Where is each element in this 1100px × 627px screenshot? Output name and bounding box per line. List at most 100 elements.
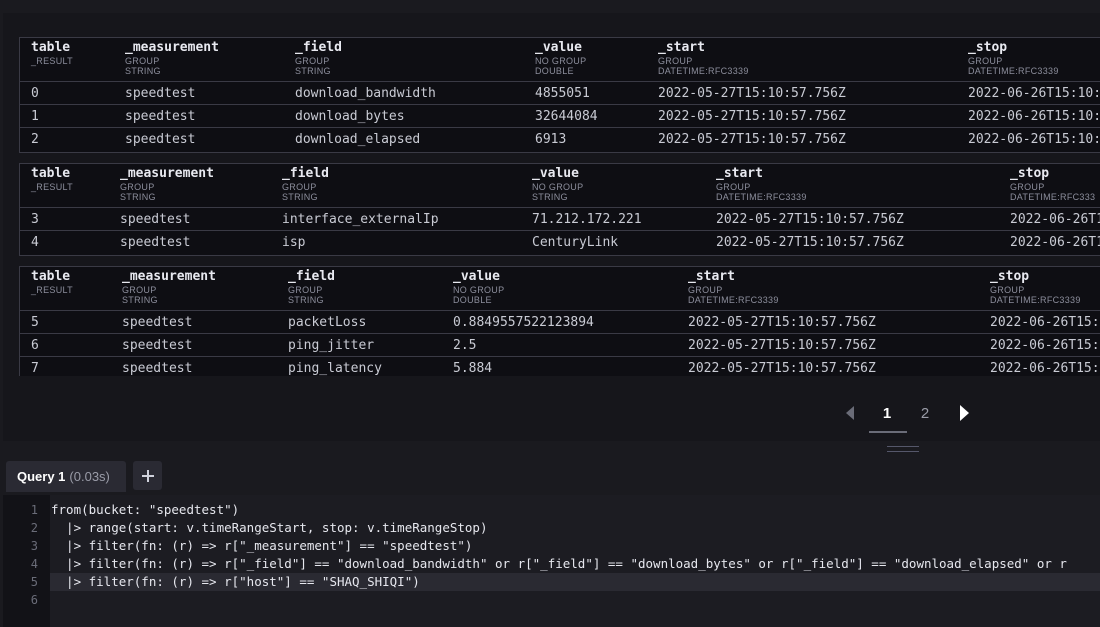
line-number: 3 (30, 539, 38, 553)
cell-table: 7 (31, 361, 39, 376)
line-number: 1 (30, 503, 38, 517)
line-number: 5 (30, 575, 38, 589)
cell-stop: 2022-06-26T15: (990, 338, 1100, 353)
cell-start: 2022-05-27T15:10:57.756Z (658, 109, 846, 124)
query-tabs-bar: Query 1 (0.03s) (0, 459, 1100, 495)
result-table: table _RESULT _measurement GROUP STRING … (19, 37, 1100, 153)
line-number-gutter: 1 2 3 4 5 6 (3, 495, 50, 627)
cell-start: 2022-05-27T15:10:57.756Z (688, 361, 876, 376)
cell-table: 6 (31, 338, 39, 353)
column-header-value[interactable]: _value NO GROUP DOUBLE (535, 40, 586, 76)
page-1-button[interactable]: 1 (869, 396, 907, 433)
cell-field: interface_externalIp (282, 212, 439, 227)
plus-icon (141, 469, 154, 482)
cell-field: download_bytes (295, 109, 405, 124)
table-row: 2 speedtest download_elapsed 6913 2022-0… (20, 128, 1100, 151)
cell-stop: 2022-06-26T15: (990, 361, 1100, 376)
column-header-stop[interactable]: _stop GROUP DATETIME:RFC3339 (990, 269, 1081, 305)
cell-stop: 2022-06-26T15: (990, 315, 1100, 330)
line-number: 6 (30, 593, 38, 607)
column-header-field[interactable]: _field GROUP STRING (295, 40, 342, 76)
cell-value: 32644084 (535, 109, 598, 124)
cell-start: 2022-05-27T15:10:57.756Z (658, 132, 846, 147)
next-page-button[interactable] (953, 396, 975, 430)
code-line[interactable]: |> range(start: v.timeRangeStart, stop: … (50, 519, 1100, 537)
column-header-table[interactable]: table _RESULT (31, 269, 73, 295)
cell-stop: 2022-06-26T1 (1010, 212, 1100, 227)
line-number: 2 (30, 521, 38, 535)
pagination: 1 2 (839, 396, 979, 436)
column-header-table[interactable]: table _RESULT (31, 166, 73, 192)
table-row: 5 speedtest packetLoss 0.884955752212389… (20, 311, 1100, 334)
code-line[interactable]: |> filter(fn: (r) => r["_measurement"] =… (50, 537, 1100, 555)
chevron-left-icon (846, 406, 854, 420)
column-header-field[interactable]: _field GROUP STRING (282, 166, 329, 202)
column-header-stop[interactable]: _stop GROUP DATETIME:RFC333 (1010, 166, 1095, 202)
panel-resize-handle[interactable] (887, 446, 919, 452)
column-header-measurement[interactable]: _measurement GROUP STRING (120, 166, 214, 202)
cell-measurement: speedtest (122, 338, 193, 353)
cell-value: 0.8849557522123894 (453, 315, 594, 330)
cell-start: 2022-05-27T15:10:57.756Z (716, 212, 904, 227)
cell-table: 5 (31, 315, 39, 330)
cell-measurement: speedtest (125, 109, 196, 124)
code-line[interactable]: |> filter(fn: (r) => r["_field"] == "dow… (50, 555, 1100, 573)
column-header-value[interactable]: _value NO GROUP STRING (532, 166, 583, 202)
cell-field: ping_latency (288, 361, 382, 376)
line-number: 4 (30, 557, 38, 571)
cell-field: ping_jitter (288, 338, 375, 353)
result-table: table _RESULT _measurement GROUP STRING … (19, 163, 1100, 256)
cell-field: download_bandwidth (295, 86, 436, 101)
column-header-table[interactable]: table _RESULT (31, 40, 73, 66)
code-line[interactable] (50, 591, 1100, 609)
add-query-button[interactable] (133, 461, 162, 490)
table-row: 7 speedtest ping_latency 5.884 2022-05-2… (20, 357, 1100, 376)
result-table: table _RESULT _measurement GROUP STRING … (19, 266, 1100, 376)
previous-page-button[interactable] (839, 396, 861, 430)
column-header-value[interactable]: _value NO GROUP DOUBLE (453, 269, 504, 305)
cell-start: 2022-05-27T15:10:57.756Z (688, 315, 876, 330)
cell-stop: 2022-06-26T1 (1010, 235, 1100, 250)
cell-stop: 2022-06-26T15:10: (968, 109, 1100, 124)
code-line-active[interactable]: |> filter(fn: (r) => r["host"] == "SHAQ_… (50, 573, 1100, 591)
cell-table: 2 (31, 132, 39, 147)
chevron-right-icon (959, 405, 969, 421)
cell-table: 3 (31, 212, 39, 227)
cell-measurement: speedtest (120, 212, 191, 227)
column-header-start[interactable]: _start GROUP DATETIME:RFC3339 (716, 166, 807, 202)
cell-value: 5.884 (453, 361, 493, 376)
column-header-start[interactable]: _start GROUP DATETIME:RFC3339 (658, 40, 749, 76)
cell-value: 6913 (535, 132, 567, 147)
tab-query-1[interactable]: Query 1 (0.03s) (6, 461, 126, 492)
page-2-button[interactable]: 2 (911, 396, 939, 430)
cell-measurement: speedtest (125, 86, 196, 101)
cell-table: 4 (31, 235, 39, 250)
cell-value: 4855051 (535, 86, 590, 101)
table-header: table _RESULT _measurement GROUP STRING … (20, 267, 1100, 311)
table-row: 1 speedtest download_bytes 32644084 2022… (20, 105, 1100, 128)
cell-field: packetLoss (288, 315, 367, 330)
column-header-start[interactable]: _start GROUP DATETIME:RFC3339 (688, 269, 779, 305)
query-tab-name: Query 1 (17, 469, 66, 484)
cell-value: 71.212.172.221 (532, 212, 642, 227)
code-line[interactable]: from(bucket: "speedtest") (50, 501, 1100, 519)
flux-code-editor[interactable]: 1 2 3 4 5 6 from(bucket: "speedtest") |>… (3, 495, 1100, 627)
cell-start: 2022-05-27T15:10:57.756Z (716, 235, 904, 250)
cell-measurement: speedtest (122, 361, 193, 376)
query-tab-time: (0.03s) (69, 469, 110, 484)
code-area[interactable]: from(bucket: "speedtest") |> range(start… (50, 495, 1100, 627)
cell-table: 0 (31, 86, 39, 101)
cell-stop: 2022-06-26T15:10: (968, 86, 1100, 101)
table-header: table _RESULT _measurement GROUP STRING … (20, 164, 1100, 208)
cell-measurement: speedtest (120, 235, 191, 250)
column-header-measurement[interactable]: _measurement GROUP STRING (125, 40, 219, 76)
cell-measurement: speedtest (125, 132, 196, 147)
column-header-field[interactable]: _field GROUP STRING (288, 269, 335, 305)
table-header: table _RESULT _measurement GROUP STRING … (20, 38, 1100, 82)
column-header-measurement[interactable]: _measurement GROUP STRING (122, 269, 216, 305)
cell-table: 1 (31, 109, 39, 124)
column-header-stop[interactable]: _stop GROUP DATETIME:RFC3339 (968, 40, 1059, 76)
cell-value: CenturyLink (532, 235, 619, 250)
cell-field: download_elapsed (295, 132, 421, 147)
table-row: 6 speedtest ping_jitter 2.5 2022-05-27T1… (20, 334, 1100, 357)
